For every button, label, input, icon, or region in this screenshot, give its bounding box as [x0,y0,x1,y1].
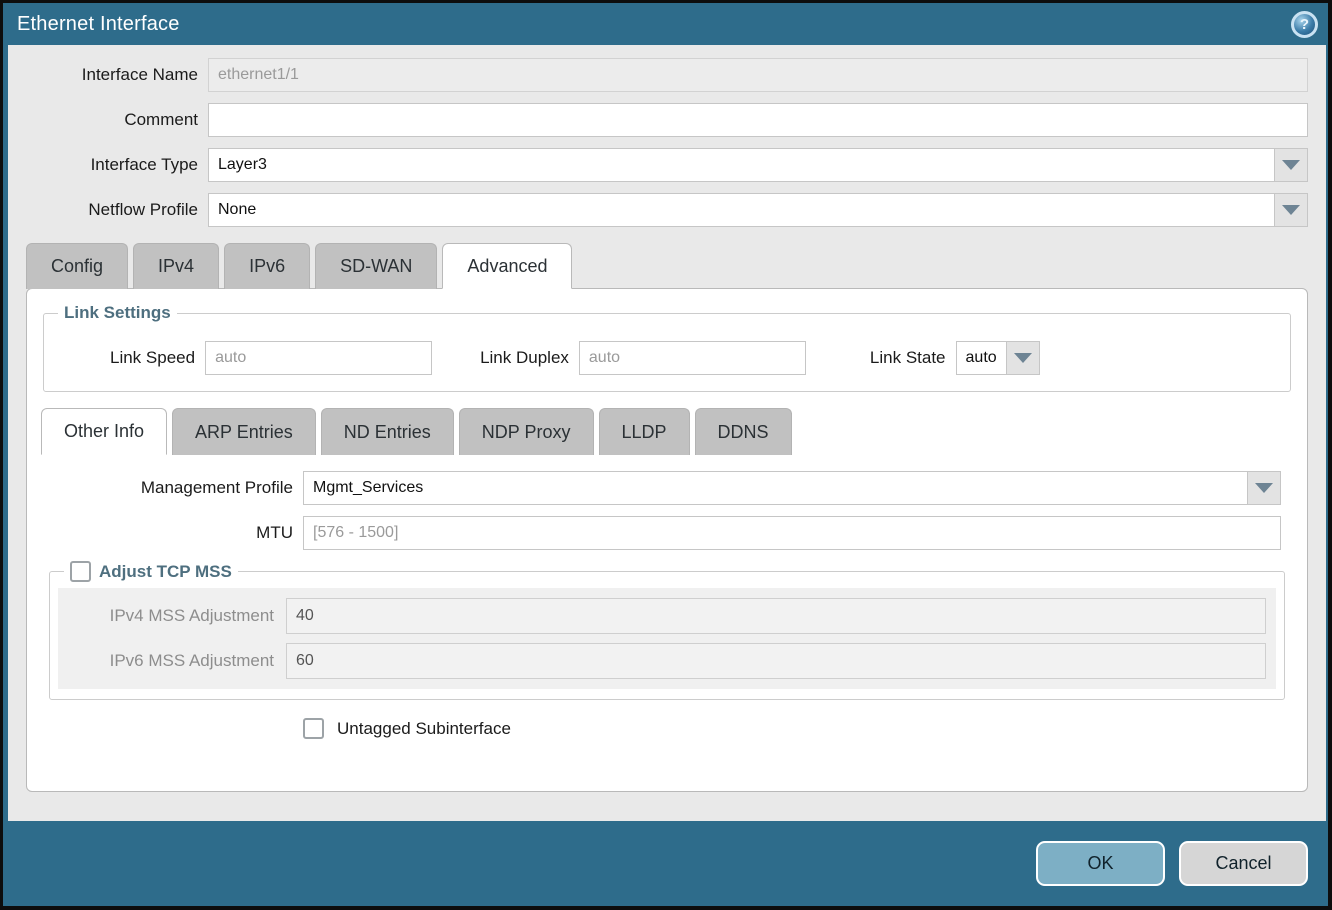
adjust-tcp-mss-fieldset: Adjust TCP MSS IPv4 MSS Adjustment IPv6 … [49,561,1285,700]
link-speed-label: Link Speed [110,348,205,368]
untagged-subinterface-label: Untagged Subinterface [337,719,511,739]
netflow-profile-row: Netflow Profile None [8,193,1308,227]
ipv4-mss-label: IPv4 MSS Adjustment [68,606,286,626]
netflow-profile-value: None [208,193,1275,227]
mss-disabled-block: IPv4 MSS Adjustment IPv6 MSS Adjustment [58,588,1276,689]
link-settings-legend-text: Link Settings [64,303,171,323]
netflow-profile-select[interactable]: None [208,193,1308,227]
dialog-body: Interface Name Comment Interface Type La… [8,45,1326,821]
inner-tab-strip: Other Info ARP Entries ND Entries NDP Pr… [41,408,1293,455]
link-state-dropdown-button[interactable] [1007,341,1040,375]
help-icon[interactable]: ? [1291,11,1318,38]
mtu-label: MTU [41,523,303,543]
interface-type-row: Interface Type Layer3 [8,148,1308,182]
link-state-select[interactable]: auto [956,341,1040,375]
netflow-profile-dropdown-button[interactable] [1275,193,1308,227]
interface-type-select[interactable]: Layer3 [208,148,1308,182]
interface-name-field [208,58,1308,92]
tab-config[interactable]: Config [26,243,128,289]
tab-arp-entries[interactable]: ARP Entries [172,408,316,455]
untagged-subinterface-row: Untagged Subinterface [303,718,1293,739]
mtu-row: MTU [41,516,1281,550]
link-duplex-label: Link Duplex [480,348,579,368]
management-profile-select[interactable]: Mgmt_Services [303,471,1281,505]
comment-field[interactable] [208,103,1308,137]
link-duplex-field[interactable] [579,341,806,375]
comment-row: Comment [8,103,1308,137]
link-settings-legend: Link Settings [58,303,177,323]
interface-name-label: Interface Name [8,65,208,85]
tab-ipv6[interactable]: IPv6 [224,243,310,289]
interface-name-row: Interface Name [8,58,1308,92]
ipv6-mss-field [286,643,1266,679]
chevron-down-icon [1282,160,1300,170]
question-mark-glyph: ? [1300,16,1309,33]
other-info-content: Management Profile Mgmt_Services MTU [41,455,1293,739]
mtu-field[interactable] [303,516,1281,550]
management-profile-dropdown-button[interactable] [1248,471,1281,505]
cancel-button[interactable]: Cancel [1179,841,1308,886]
interface-type-value: Layer3 [208,148,1275,182]
chevron-down-icon [1255,483,1273,493]
link-state-value: auto [956,341,1007,375]
advanced-tab-panel: Link Settings Link Speed Link Duplex Lin… [26,288,1308,792]
adjust-tcp-mss-legend-text: Adjust TCP MSS [99,562,232,582]
ipv4-mss-field [286,598,1266,634]
adjust-tcp-mss-checkbox[interactable] [70,561,91,582]
ethernet-interface-dialog: Ethernet Interface ? Interface Name Comm… [3,3,1328,906]
tab-sdwan[interactable]: SD-WAN [315,243,437,289]
dialog-footer: OK Cancel [3,821,1328,906]
adjust-tcp-mss-legend: Adjust TCP MSS [64,561,238,582]
tab-ddns[interactable]: DDNS [695,408,792,455]
link-settings-fields: Link Speed Link Duplex Link State auto [52,341,1282,375]
management-profile-row: Management Profile Mgmt_Services [41,471,1281,505]
management-profile-label: Management Profile [41,478,303,498]
tab-nd-entries[interactable]: ND Entries [321,408,454,455]
chevron-down-icon [1014,353,1032,363]
management-profile-value: Mgmt_Services [303,471,1248,505]
tab-lldp[interactable]: LLDP [599,408,690,455]
ipv4-mss-row: IPv4 MSS Adjustment [68,598,1266,634]
chevron-down-icon [1282,205,1300,215]
ipv6-mss-label: IPv6 MSS Adjustment [68,651,286,671]
interface-type-label: Interface Type [8,155,208,175]
dialog-title: Ethernet Interface [17,13,180,36]
comment-label: Comment [8,110,208,130]
tab-ndp-proxy[interactable]: NDP Proxy [459,408,594,455]
tab-other-info[interactable]: Other Info [41,408,167,455]
interface-type-dropdown-button[interactable] [1275,148,1308,182]
untagged-subinterface-checkbox[interactable] [303,718,324,739]
tab-advanced[interactable]: Advanced [442,243,572,289]
ok-button[interactable]: OK [1036,841,1165,886]
link-settings-fieldset: Link Settings Link Speed Link Duplex Lin… [43,303,1291,392]
link-state-label: Link State [870,348,956,368]
titlebar: Ethernet Interface ? [3,3,1328,45]
link-speed-field[interactable] [205,341,432,375]
tab-ipv4[interactable]: IPv4 [133,243,219,289]
netflow-profile-label: Netflow Profile [8,200,208,220]
ipv6-mss-row: IPv6 MSS Adjustment [68,643,1266,679]
main-tab-strip: Config IPv4 IPv6 SD-WAN Advanced [26,243,1326,289]
